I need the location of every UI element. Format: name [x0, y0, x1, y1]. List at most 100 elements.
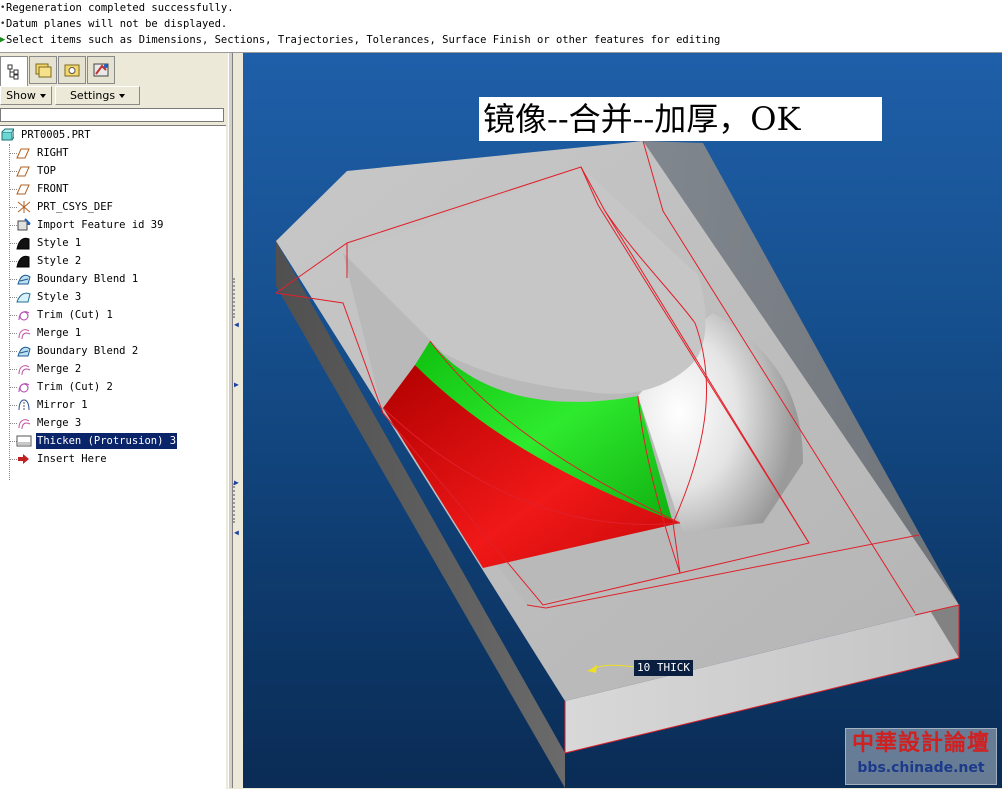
- tree-item[interactable]: Merge 3: [16, 415, 82, 431]
- tree-item-label: Merge 2: [37, 363, 82, 375]
- tree-item[interactable]: FRONT: [16, 181, 70, 197]
- message-line: • Regeneration completed successfully.: [0, 0, 1002, 16]
- model-tree-tab-icon: [7, 64, 19, 79]
- show-label: Show: [6, 89, 36, 102]
- message-text: Regeneration completed successfully.: [6, 2, 234, 14]
- tree-item[interactable]: Insert Here: [16, 451, 108, 467]
- tree-item[interactable]: Import Feature id 39: [16, 217, 164, 233]
- tab-model-tree[interactable]: [0, 56, 28, 86]
- tree-item-label: Merge 1: [37, 327, 82, 339]
- tree-item-label: Boundary Blend 1: [37, 273, 139, 285]
- mirror-icon: [16, 398, 32, 412]
- expand-right-icon[interactable]: ▶: [234, 380, 239, 389]
- tree-filter-bar[interactable]: [0, 108, 224, 122]
- tree-connector: [9, 144, 10, 480]
- message-line: ▶ Select items such as Dimensions, Sectio…: [0, 32, 1002, 48]
- thicken-icon: [16, 434, 32, 448]
- tree-item-label: RIGHT: [37, 147, 69, 159]
- datum-plane-icon: [16, 182, 32, 196]
- site-watermark: 中華設計論壇 bbs.chinade.net: [845, 728, 997, 785]
- tree-item[interactable]: RIGHT: [16, 145, 70, 161]
- tree-item-label: TOP: [37, 165, 56, 177]
- tree-item[interactable]: TOP: [16, 163, 57, 179]
- tree-item[interactable]: PRT_CSYS_DEF: [16, 199, 114, 215]
- datum-plane-icon: [16, 164, 32, 178]
- tree-item-selected[interactable]: Thicken (Protrusion) 3: [16, 433, 178, 449]
- tab-folder-browser[interactable]: [29, 56, 57, 84]
- tree-item-label: Trim (Cut) 1: [37, 309, 113, 321]
- csys-icon: [16, 200, 32, 214]
- pane-splitter[interactable]: ◀ ▶ ▶ ◀: [228, 53, 242, 788]
- part-model[interactable]: [243, 53, 1002, 788]
- message-area: • Regeneration completed successfully. • D…: [0, 0, 1002, 53]
- settings-menu-button[interactable]: Settings: [55, 86, 140, 105]
- tree-item-label: PRT_CSYS_DEF: [37, 201, 113, 213]
- tree-item-label: Style 3: [37, 291, 82, 303]
- tree-item-label: Style 1: [37, 237, 82, 249]
- tree-item-label: Mirror 1: [37, 399, 88, 411]
- message-bullet-icon: •: [0, 3, 6, 13]
- tree-item[interactable]: Style 1: [16, 235, 82, 251]
- tree-item[interactable]: Boundary Blend 1: [16, 271, 139, 287]
- tree-item-label: Import Feature id 39: [37, 219, 164, 231]
- tree-item[interactable]: Trim (Cut) 2: [16, 379, 114, 395]
- boundary-blend-icon: [16, 272, 32, 286]
- splitter-bar[interactable]: [228, 53, 233, 788]
- tree-item[interactable]: Merge 2: [16, 361, 82, 377]
- tree-item[interactable]: Style 3: [16, 289, 82, 305]
- import-feature-icon: [16, 218, 32, 232]
- favorites-tab-icon: [64, 64, 80, 77]
- tree-item-label: Thicken (Protrusion) 3: [36, 433, 178, 449]
- dimension-label[interactable]: 10 THICK: [634, 660, 693, 676]
- tree-item-label: Boundary Blend 2: [37, 345, 139, 357]
- navigator-tabs: [0, 56, 226, 86]
- graphics-window[interactable]: 镜像--合并--加厚，OK 10 THICK 中華設計論壇 bbs.chinad…: [243, 53, 1002, 788]
- watermark-url: bbs.chinade.net: [857, 760, 985, 776]
- prompt-arrow-icon: ▶: [0, 35, 6, 45]
- datum-plane-icon: [16, 146, 32, 160]
- tree-item-label: Style 2: [37, 255, 82, 267]
- collapse-left-icon[interactable]: ◀: [234, 528, 239, 537]
- tab-favorites[interactable]: [58, 56, 86, 84]
- tree-item[interactable]: Style 2: [16, 253, 82, 269]
- trim-icon: [16, 308, 32, 322]
- merge-icon: [16, 416, 32, 430]
- part-icon: [0, 128, 16, 142]
- tree-item[interactable]: Boundary Blend 2: [16, 343, 139, 359]
- tree-item-label: FRONT: [37, 183, 69, 195]
- chevron-down-icon: [39, 93, 46, 98]
- tree-root[interactable]: PRT0005.PRT: [0, 127, 92, 143]
- merge-icon: [16, 362, 32, 376]
- insert-here-arrow-icon: [16, 452, 32, 466]
- style-surface-icon: [16, 290, 32, 304]
- tree-item-label: Merge 3: [37, 417, 82, 429]
- model-tree: PRT0005.PRT RIGHT TOP FRONT PRT_CSYS_DEF Imp…: [0, 125, 226, 789]
- trim-icon: [16, 380, 32, 394]
- folder-browser-tab-icon: [35, 63, 52, 78]
- tree-item[interactable]: Trim (Cut) 1: [16, 307, 114, 323]
- show-menu-button[interactable]: Show: [0, 86, 52, 105]
- tree-item-label: Insert Here: [37, 453, 107, 465]
- navigator-pane: Show Settings PRT0005.PRT RIGHT TOP FRONT P…: [0, 53, 242, 789]
- settings-label: Settings: [69, 89, 116, 102]
- tab-connections[interactable]: [87, 56, 115, 84]
- splitter-grip[interactable]: [233, 278, 241, 318]
- message-line: • Datum planes will not be displayed.: [0, 16, 1002, 32]
- watermark-title: 中華設計論壇: [851, 731, 990, 756]
- tree-root-label: PRT0005.PRT: [21, 129, 91, 141]
- collapse-left-icon[interactable]: ◀: [234, 320, 239, 329]
- expand-right-icon[interactable]: ▶: [234, 478, 239, 487]
- style-icon: [16, 236, 32, 250]
- annotation-note: 镜像--合并--加厚，OK: [479, 97, 882, 141]
- tree-item[interactable]: Mirror 1: [16, 397, 89, 413]
- splitter-grip[interactable]: [233, 483, 241, 523]
- chevron-down-icon: [119, 93, 126, 98]
- connections-tab-icon: [93, 63, 109, 77]
- navigator-toolbar: Show Settings: [0, 86, 226, 106]
- merge-icon: [16, 326, 32, 340]
- message-text: Select items such as Dimensions, Section…: [6, 34, 721, 46]
- boundary-blend-icon: [16, 344, 32, 358]
- style-icon: [16, 254, 32, 268]
- message-text: Datum planes will not be displayed.: [6, 18, 228, 30]
- tree-item[interactable]: Merge 1: [16, 325, 82, 341]
